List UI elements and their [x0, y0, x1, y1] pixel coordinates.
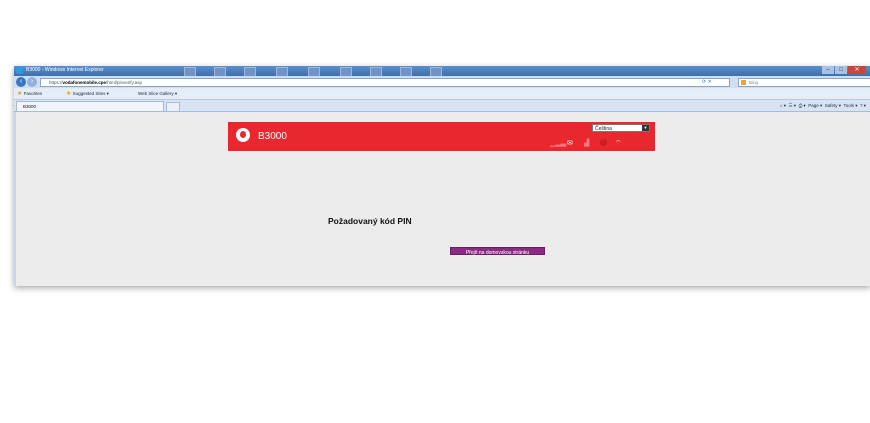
signal-icon: ▁▂▃: [550, 140, 567, 147]
bing-icon: [741, 80, 746, 85]
search-placeholder: Bing: [749, 80, 759, 85]
command-bar: ⌂ ▾ ☰ ▾ ⎙ ▾ Page ▾ Safety ▾ Tools ▾ ? ▾: [780, 100, 866, 111]
suggested-sites-link[interactable]: ★ Suggested Sites ▾: [66, 89, 109, 99]
router-header: B3000 Čeština ▼ ▁▂▃ ✉ ▟ ⌔: [228, 122, 655, 151]
feeds-icon[interactable]: ☰ ▾: [789, 103, 797, 108]
tab-b3000[interactable]: B3000: [16, 101, 164, 111]
tools-menu[interactable]: Tools ▾: [843, 103, 857, 108]
web-slice-gallery-link[interactable]: Web Slice Gallery ▾: [138, 89, 177, 99]
back-icon[interactable]: ‹: [16, 77, 26, 87]
tab-row: B3000 ⌂ ▾ ☰ ▾ ⎙ ▾ Page ▾ Safety ▾ Tools …: [14, 100, 870, 112]
page-menu[interactable]: Page ▾: [808, 103, 822, 108]
close-button[interactable]: ✕: [848, 66, 866, 74]
sms-icon[interactable]: ✉: [567, 139, 573, 147]
window-title: B3000 - Windows Internet Explorer: [26, 67, 104, 73]
new-tab-button[interactable]: [166, 102, 180, 112]
window-controls: – □ ✕: [822, 66, 866, 75]
status-dot-icon: [600, 139, 607, 146]
search-input[interactable]: Bing ⚲: [738, 78, 870, 87]
page-content: B3000 Čeština ▼ ▁▂▃ ✉ ▟ ⌔ Požadovaný kód…: [14, 112, 870, 286]
url-prefix: https://: [49, 80, 63, 85]
vodafone-logo: [236, 128, 250, 142]
address-bar: ‹ › https://vodafonemobile.cpe/html/pinv…: [14, 76, 870, 88]
url-host: vodafonemobile.cpe: [62, 80, 107, 85]
add-favorite-icon: ★: [66, 91, 72, 97]
print-icon[interactable]: ⎙ ▾: [799, 103, 806, 108]
refresh-icon[interactable]: ⟳ ✕: [702, 79, 712, 85]
title-bar: B3000 - Windows Internet Explorer – □ ✕: [14, 66, 870, 77]
favorites-bar: ★ Favorites ★ Suggested Sites ▾ Web Slic…: [14, 89, 870, 100]
home-icon[interactable]: ⌂ ▾: [780, 103, 786, 108]
url-field[interactable]: https://vodafonemobile.cpe/html/pinverif…: [40, 78, 730, 87]
safety-menu[interactable]: Safety ▾: [825, 103, 841, 108]
star-icon: ★: [17, 91, 23, 97]
sim-icon: ▟: [584, 140, 590, 147]
window-left-edge: [14, 112, 16, 286]
language-select[interactable]: Čeština ▼: [592, 124, 650, 132]
minimize-button[interactable]: –: [822, 66, 834, 74]
browser-window: B3000 - Windows Internet Explorer – □ ✕ …: [14, 66, 870, 286]
forward-icon[interactable]: ›: [27, 77, 37, 87]
language-value: Čeština: [595, 126, 612, 132]
wifi-icon: ⌔: [615, 140, 622, 147]
pin-required-label: Požadovaný kód PIN: [328, 216, 412, 226]
chevron-down-icon: ▼: [642, 125, 649, 131]
go-home-button[interactable]: Přejít na domovskou stránku: [450, 247, 545, 256]
brand-title: B3000: [258, 131, 287, 142]
url-path: /html/pinverify.asp: [106, 80, 142, 85]
maximize-button[interactable]: □: [835, 66, 847, 74]
favorites-button[interactable]: ★ Favorites: [17, 89, 42, 99]
ie-icon: [16, 67, 23, 74]
help-icon[interactable]: ? ▾: [860, 103, 866, 108]
